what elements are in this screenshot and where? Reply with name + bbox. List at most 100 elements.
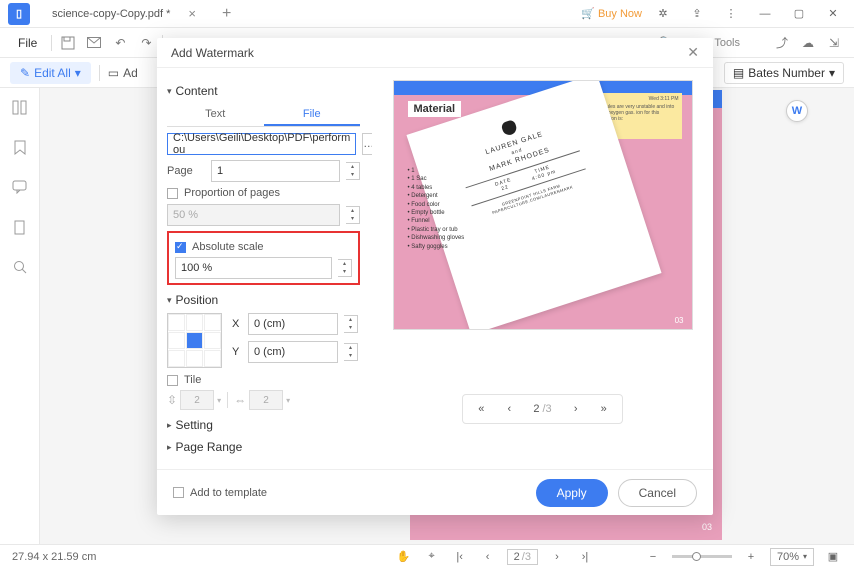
app-icon: ▯ (8, 3, 30, 25)
export-icon[interactable]: ⇲ (824, 33, 844, 53)
bookmark-icon[interactable] (11, 138, 29, 156)
tile-label: Tile (184, 374, 201, 386)
file-menu[interactable]: File (10, 34, 45, 52)
dialog-close-icon[interactable]: ✕ (687, 44, 699, 61)
tile-cols-input: 2 (249, 390, 283, 410)
section-content[interactable]: Content (167, 84, 360, 98)
next-page-icon[interactable]: › (548, 548, 566, 566)
prev-page-icon[interactable]: ‹ (479, 548, 497, 566)
edit-all-button[interactable]: ✎ Edit All ▾ (10, 62, 91, 84)
page-input[interactable]: 1 (211, 160, 340, 182)
position-grid[interactable] (167, 313, 222, 368)
section-page-range[interactable]: Page Range (167, 440, 360, 454)
x-label: X (232, 318, 242, 330)
x-offset-input[interactable]: 0 (cm) (248, 313, 338, 335)
tile-rows-input: 2 (180, 390, 214, 410)
buy-now-link[interactable]: 🛒 Buy Now (581, 7, 642, 20)
search-panel-icon[interactable] (11, 258, 29, 276)
fit-page-icon[interactable]: ▣ (824, 548, 842, 566)
preview-pager: « ‹ 2 /3 › » (462, 394, 622, 424)
page-spinner[interactable]: ▴▾ (346, 162, 360, 180)
bates-number-button[interactable]: ▤ Bates Number ▾ (724, 62, 844, 84)
browse-button[interactable]: … (362, 133, 372, 155)
pencil-icon: ✎ (20, 66, 30, 80)
redo-icon[interactable]: ↷ (136, 33, 156, 53)
window-maximize[interactable]: ▢ (786, 3, 812, 25)
tab-text[interactable]: Text (167, 104, 264, 126)
dialog-settings-panel: Content Text File C:\Users\Geili\Desktop… (157, 68, 372, 469)
tile-checkbox[interactable] (167, 375, 178, 386)
absolute-scale-highlight: Absolute scale 100 % ▴▾ (167, 231, 360, 285)
comment-icon[interactable] (11, 178, 29, 196)
buy-now-label: Buy Now (598, 8, 642, 20)
bates-label: Bates Number (748, 66, 825, 80)
undo-icon[interactable]: ↶ (110, 33, 130, 53)
apply-button[interactable]: Apply (536, 479, 608, 507)
last-page-icon[interactable]: ›| (576, 548, 594, 566)
titlebar: ▯ science-copy-Copy.pdf * × + 🛒 Buy Now … (0, 0, 854, 28)
hand-tool-icon[interactable]: ✋ (395, 548, 413, 566)
add-label: Ad (123, 66, 138, 80)
kebab-icon[interactable]: ⋮ (718, 3, 744, 25)
chevron-down-icon: ▾ (829, 66, 835, 80)
zoom-select[interactable]: 70%▾ (770, 548, 814, 566)
zoom-slider[interactable] (672, 555, 732, 558)
edit-all-label: Edit All (34, 66, 71, 80)
word-export-badge[interactable]: W (786, 100, 808, 122)
absolute-scale-checkbox[interactable] (175, 242, 186, 253)
tile-v-icon: ⇔ (234, 393, 246, 407)
upload-icon[interactable]: ⤴ (772, 33, 792, 53)
zoom-in-icon[interactable]: + (742, 548, 760, 566)
pager-text: 2 /3 (527, 403, 557, 415)
cart-icon: 🛒 (581, 7, 595, 20)
absolute-scale-spinner[interactable]: ▴▾ (338, 259, 352, 277)
section-setting[interactable]: Setting (167, 418, 360, 432)
pager-last[interactable]: » (594, 399, 614, 419)
window-close[interactable]: ✕ (820, 3, 846, 25)
first-page-icon[interactable]: |‹ (451, 548, 469, 566)
tile-h-icon: ⇳ (167, 393, 177, 407)
y-label: Y (232, 346, 242, 358)
cancel-button[interactable]: Cancel (618, 479, 697, 507)
y-spinner[interactable]: ▴▾ (344, 343, 358, 361)
gift-icon[interactable]: ✲ (650, 3, 676, 25)
attachment-icon[interactable] (11, 218, 29, 236)
add-template-checkbox[interactable] (173, 487, 184, 498)
pager-next[interactable]: › (566, 399, 586, 419)
preview-bullets: • 1• 1 Sac• 4 tables• Detergent• Food co… (408, 167, 465, 251)
save-icon[interactable] (58, 33, 78, 53)
mail-icon[interactable] (84, 33, 104, 53)
section-position[interactable]: Position (167, 293, 360, 307)
bates-icon: ▤ (733, 66, 744, 80)
thumbnails-icon[interactable] (11, 98, 29, 116)
watermark-preview: Material Wed 3:11 PM the molecules are v… (393, 80, 693, 330)
document-tab[interactable]: science-copy-Copy.pdf * × (40, 2, 208, 26)
tab-file[interactable]: File (264, 104, 361, 126)
content-tabs: Text File (167, 104, 360, 127)
select-tool-icon[interactable]: ⌖ (423, 548, 441, 566)
proportion-checkbox[interactable] (167, 188, 178, 199)
tab-close-icon[interactable]: × (188, 6, 196, 21)
position-center[interactable] (186, 332, 203, 349)
page-number-input[interactable]: 2/3 (507, 549, 538, 565)
y-offset-input[interactable]: 0 (cm) (248, 341, 338, 363)
left-panel (0, 88, 40, 544)
zoom-out-icon[interactable]: − (644, 548, 662, 566)
x-spinner[interactable]: ▴▾ (344, 315, 358, 333)
dialog-title: Add Watermark (171, 46, 254, 60)
file-path-input[interactable]: C:\Users\Geili\Desktop\PDF\perform ou (167, 133, 356, 155)
pager-first[interactable]: « (471, 399, 491, 419)
tab-title: science-copy-Copy.pdf * (52, 8, 170, 20)
pager-prev[interactable]: ‹ (499, 399, 519, 419)
add-icon: ▭ (108, 66, 119, 80)
new-tab-button[interactable]: + (216, 5, 237, 23)
statusbar: 27.94 x 21.59 cm ✋ ⌖ |‹ ‹ 2/3 › ›| − + 7… (0, 544, 854, 568)
absolute-scale-input[interactable]: 100 % (175, 257, 332, 279)
share-icon[interactable]: ⇪ (684, 3, 710, 25)
add-button[interactable]: ▭ Ad (108, 66, 138, 80)
dialog-preview-panel: Material Wed 3:11 PM the molecules are v… (372, 68, 713, 469)
window-minimize[interactable]: — (752, 3, 778, 25)
add-watermark-dialog: Add Watermark ✕ Content Text File C:\Use… (157, 38, 713, 515)
proportion-label: Proportion of pages (184, 187, 280, 199)
cloud-icon[interactable]: ☁ (798, 33, 818, 53)
